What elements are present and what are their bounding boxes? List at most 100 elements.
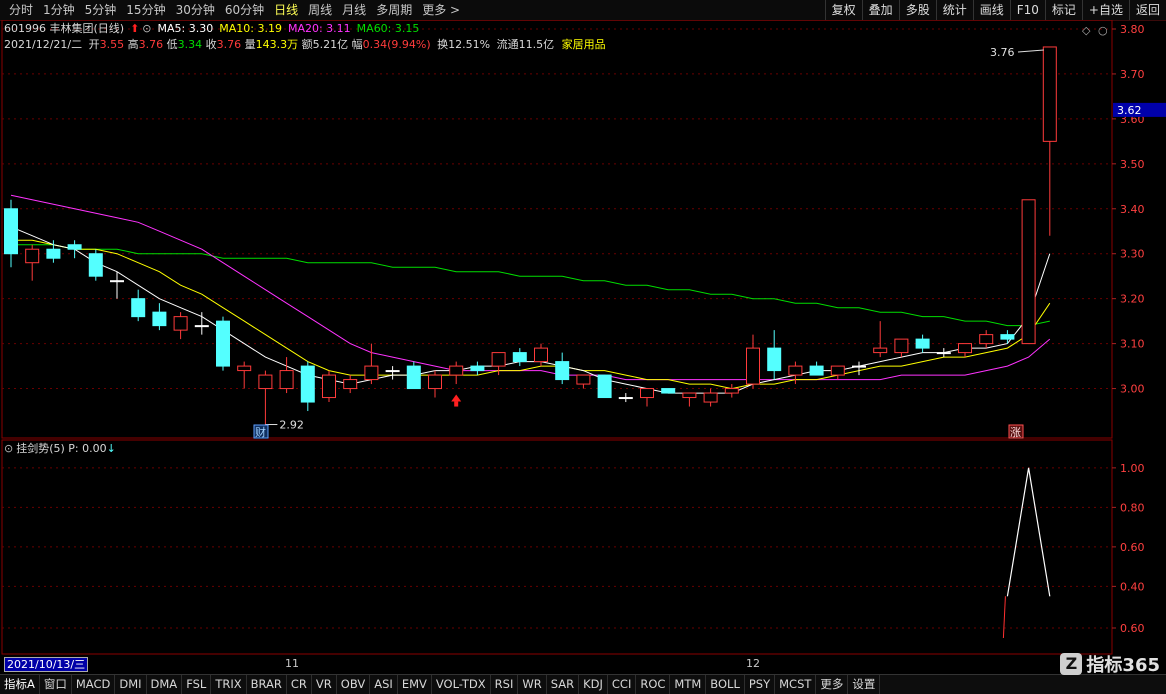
candle-body bbox=[237, 365, 252, 372]
open-label: 开 bbox=[88, 38, 100, 51]
indicator-tab-15[interactable]: WR bbox=[518, 675, 547, 694]
indicator-tab-16[interactable]: SAR bbox=[547, 675, 580, 694]
indicator-tab-1[interactable]: 窗口 bbox=[40, 675, 72, 694]
candle-body bbox=[279, 370, 294, 390]
indicator-tab-25[interactable]: 设置 bbox=[848, 675, 881, 694]
tool-button-4[interactable]: 画线 bbox=[972, 0, 1010, 20]
period-tab-5[interactable]: 60分钟 bbox=[220, 0, 269, 20]
indicator-tab-2[interactable]: MACD bbox=[72, 675, 116, 694]
indicator-tab-10[interactable]: OBV bbox=[337, 675, 371, 694]
ma60-label: MA60: 3.15 bbox=[356, 22, 420, 35]
indicator-tab-18[interactable]: CCI bbox=[608, 675, 637, 694]
turnover-value: 12.51% bbox=[448, 38, 491, 51]
range-value: 0.34(9.94%) bbox=[362, 38, 431, 51]
tool-button-3[interactable]: 统计 bbox=[935, 0, 973, 20]
circle-icon[interactable]: ○ bbox=[1098, 24, 1108, 37]
indicator-chart[interactable]: 1.00 0.80 0.60 0.40 0.60 bbox=[0, 438, 1166, 656]
volume-label: 量 bbox=[244, 38, 256, 51]
candle-body bbox=[1000, 334, 1015, 340]
price-label: 3.20 bbox=[1120, 293, 1145, 306]
diamond-icon[interactable]: ◇ bbox=[1082, 24, 1090, 37]
tool-button-2[interactable]: 多股 bbox=[898, 0, 936, 20]
period-tab-2[interactable]: 5分钟 bbox=[80, 0, 122, 20]
indicator-tab-20[interactable]: MTM bbox=[670, 675, 707, 694]
candle-body bbox=[703, 392, 718, 403]
down-arrow-icon: ↓ bbox=[106, 442, 116, 455]
tool-buttons: 复权 叠加 多股 统计 画线 F10 标记 +自选 返回 bbox=[824, 0, 1166, 20]
candle-body bbox=[534, 347, 548, 363]
tool-button-1[interactable]: 叠加 bbox=[861, 0, 899, 20]
indicator-axis-label: 1.00 bbox=[1120, 462, 1145, 475]
open-value: 3.55 bbox=[99, 38, 125, 51]
tool-button-8[interactable]: 返回 bbox=[1128, 0, 1166, 20]
high-annotation: 3.76 bbox=[990, 46, 1015, 59]
indicator-tab-23[interactable]: MCST bbox=[775, 675, 817, 694]
candle-body bbox=[152, 311, 167, 327]
indicator-tab-21[interactable]: BOLL bbox=[706, 675, 745, 694]
indicator-tab-9[interactable]: VR bbox=[312, 675, 337, 694]
period-tab-3[interactable]: 15分钟 bbox=[121, 0, 170, 20]
tool-button-7[interactable]: +自选 bbox=[1081, 0, 1129, 20]
candle-body bbox=[46, 248, 61, 259]
candle-body bbox=[343, 379, 358, 390]
ma10-line bbox=[11, 239, 1051, 390]
kline-chart[interactable]: 3.762.92财涨 3.803.703.603.503.403.303.203… bbox=[0, 20, 1166, 440]
candle-body bbox=[618, 397, 633, 400]
period-tab-6[interactable]: 日线 bbox=[269, 0, 303, 20]
up-arrow-icon: ⬆ bbox=[130, 22, 140, 35]
stock-code-name: 601996 丰林集团(日线) bbox=[4, 22, 125, 35]
indicator-tab-11[interactable]: ASI bbox=[370, 675, 398, 694]
tool-button-6[interactable]: 标记 bbox=[1044, 0, 1082, 20]
indicator-tab-6[interactable]: TRIX bbox=[211, 675, 247, 694]
finance-marker: 财 bbox=[255, 425, 266, 439]
volume-value: 143.3万 bbox=[255, 38, 299, 51]
indicator-tab-bar: 指标A 窗口 MACD DMI DMA FSL TRIX BRAR CR VR OBV ASI EMV V… bbox=[0, 674, 1166, 694]
settings-circle-icon[interactable]: ⊙ bbox=[4, 442, 13, 455]
period-tab-0[interactable]: 分时 bbox=[4, 0, 38, 20]
indicator-tab-22[interactable]: PSY bbox=[745, 675, 776, 694]
period-tab-10[interactable]: 更多 > bbox=[417, 0, 465, 20]
candle-body bbox=[491, 352, 506, 367]
period-tab-4[interactable]: 30分钟 bbox=[171, 0, 220, 20]
tool-button-0[interactable]: 复权 bbox=[824, 0, 862, 20]
tool-button-5[interactable]: F10 bbox=[1009, 0, 1045, 20]
period-tabs: 分时 1分钟 5分钟 15分钟 30分钟 60分钟 日线 周线 月线 多周期 更多 > bbox=[4, 0, 465, 20]
current-price-tag: 3.62 bbox=[1117, 104, 1142, 117]
candle-body bbox=[958, 343, 972, 354]
indicator-title[interactable]: ⊙ 挂剑势(5) P: 0.00↓ bbox=[4, 442, 116, 456]
candle-body bbox=[852, 365, 866, 368]
period-tab-8[interactable]: 月线 bbox=[337, 0, 371, 20]
candle-body bbox=[788, 365, 803, 376]
candle-body bbox=[110, 280, 124, 283]
indicator-tab-3[interactable]: DMI bbox=[115, 675, 147, 694]
candle-body bbox=[661, 388, 676, 394]
candle-body bbox=[979, 334, 994, 345]
indicator-tab-12[interactable]: EMV bbox=[398, 675, 432, 694]
period-tab-7[interactable]: 周线 bbox=[303, 0, 337, 20]
date-tick-dec: 12 bbox=[746, 657, 760, 670]
high-pointer bbox=[1017, 49, 1044, 53]
indicator-line bbox=[1006, 467, 1051, 597]
indicator-tab-19[interactable]: ROC bbox=[636, 675, 671, 694]
period-tab-9[interactable]: 多周期 bbox=[371, 0, 417, 20]
settings-circle-icon[interactable]: ⊙ bbox=[142, 21, 151, 37]
indicator-tab-0[interactable]: 指标A bbox=[0, 675, 40, 694]
indicator-axis-label: 0.60 bbox=[1120, 622, 1145, 635]
candle-body bbox=[470, 365, 485, 372]
sector-label[interactable]: 家居用品 bbox=[562, 38, 606, 51]
candle-body bbox=[576, 374, 591, 385]
period-tab-1[interactable]: 1分钟 bbox=[38, 0, 80, 20]
low-value: 3.34 bbox=[177, 38, 203, 51]
candle-body bbox=[406, 365, 421, 390]
indicator-tab-7[interactable]: BRAR bbox=[247, 675, 287, 694]
amount-label: 额 bbox=[301, 38, 313, 51]
indicator-tab-4[interactable]: DMA bbox=[147, 675, 183, 694]
indicator-tab-8[interactable]: CR bbox=[287, 675, 312, 694]
high-label: 高 bbox=[127, 38, 139, 51]
indicator-tab-13[interactable]: VOL-TDX bbox=[432, 675, 491, 694]
indicator-tab-17[interactable]: KDJ bbox=[579, 675, 608, 694]
indicator-tab-24[interactable]: 更多 bbox=[816, 675, 849, 694]
indicator-tab-14[interactable]: RSI bbox=[491, 675, 519, 694]
indicator-tab-5[interactable]: FSL bbox=[182, 675, 212, 694]
indicator-axis-label: 0.60 bbox=[1120, 541, 1145, 554]
